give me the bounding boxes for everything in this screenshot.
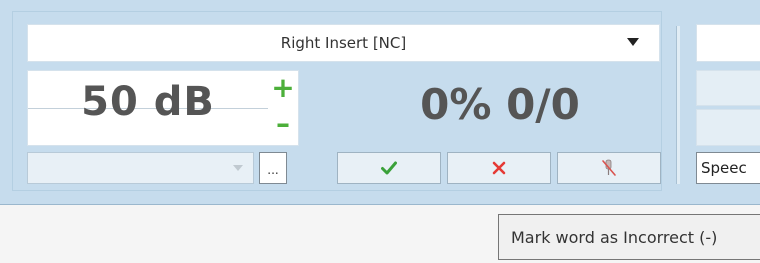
increase-level-button[interactable]: + <box>268 73 298 103</box>
transducer-selector-label: Right Insert [NC] <box>280 34 407 52</box>
app-canvas: Right Insert [NC] 50 dB + – 0% 0/0 ... S… <box>0 0 760 263</box>
audiometry-panel: Right Insert [NC] 50 dB + – 0% 0/0 ... S… <box>0 0 760 205</box>
level-control: 50 dB + – <box>27 70 299 146</box>
x-icon <box>492 161 506 175</box>
mark-correct-button[interactable] <box>337 152 441 184</box>
decrease-level-button[interactable]: – <box>268 109 298 139</box>
mark-incorrect-tooltip: Mark word as Incorrect (-) <box>498 214 760 260</box>
score-readout: 0% 0/0 <box>420 80 580 129</box>
right-channel-level-upper <box>696 70 760 106</box>
word-list-combo[interactable] <box>27 152 254 184</box>
mark-incorrect-button[interactable] <box>447 152 551 184</box>
unmark-word-button[interactable] <box>557 152 661 184</box>
combo-caret-icon <box>233 165 243 171</box>
speech-field[interactable]: Speec <box>696 152 760 184</box>
check-icon <box>381 161 397 175</box>
transducer-selector[interactable]: Right Insert [NC] <box>27 24 660 62</box>
right-channel-level-lower <box>696 109 760 146</box>
dropdown-caret-icon <box>627 38 639 46</box>
right-channel-selector[interactable] <box>696 24 760 62</box>
level-value: 50 dB <box>81 79 215 125</box>
panel-separator <box>676 26 680 184</box>
unmark-icon <box>602 159 616 176</box>
browse-button[interactable]: ... <box>259 152 287 184</box>
